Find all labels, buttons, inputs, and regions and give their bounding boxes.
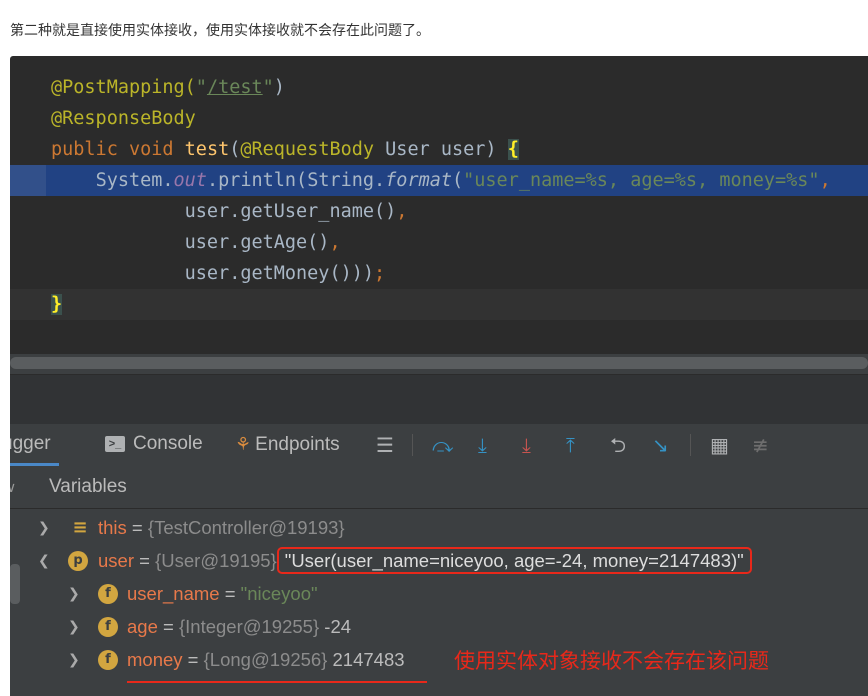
code-line-6: user.getAge(), [184,232,341,253]
red-annotation-text: 使用实体对象接收不会存在该问题 [454,649,769,673]
step-out-icon[interactable]: ⤒ [566,424,575,466]
code-line-7: user.getMoney())); [184,263,386,284]
drop-frame-icon[interactable]: ⮌ [610,424,626,466]
red-underline-mark [127,681,427,683]
code-line-2: @ResponseBody [51,108,196,129]
run-to-cursor-icon[interactable]: ↘ [652,424,669,466]
panel-divider[interactable] [10,374,868,425]
step-into-icon[interactable]: ⤓ [478,424,487,466]
fields-icon: ≡ [72,517,88,538]
chevron-down-icon[interactable]: ❮ [38,545,50,577]
code-line-4-highlighted: System.out.println(String.format("user_n… [10,165,868,196]
chevron-right-icon[interactable]: ❯ [68,578,80,610]
brace-match-close: } [51,294,63,315]
tab-console[interactable]: >_ Console [105,424,203,466]
intro-text: 第二种就是直接使用实体接收，使用实体接收就不会存在此问题了。 [10,23,430,39]
code-line-3: public void test(@RequestBody User user)… [51,139,519,160]
field-icon: f [98,617,118,637]
toolbar-separator [690,434,691,456]
force-step-into-icon[interactable]: ⤓ [522,424,531,466]
url-link[interactable]: /test [207,77,263,98]
ide-screenshot: @PostMapping("/test") @ResponseBody publ… [10,56,868,696]
code-line-1: @PostMapping("/test") [51,77,285,98]
endpoints-icon: ⚘ [235,434,252,454]
horizontal-scrollbar[interactable] [10,354,868,374]
parameter-icon: p [68,551,88,571]
chevron-right-icon[interactable]: ❯ [68,644,80,676]
chevron-right-icon[interactable]: ❯ [68,611,80,643]
tab-debugger[interactable]: ugger [10,424,59,466]
console-icon: >_ [105,435,125,452]
vertical-scrollbar[interactable] [10,564,20,604]
brace-match-open: { [507,139,519,160]
step-over-icon[interactable]: ⤼ [432,424,453,466]
highlighted-value-box: "User(user_name=niceyoo, age=-24, money=… [276,547,752,574]
variables-header: ∨ Variables [10,466,868,509]
code-editor[interactable]: @PostMapping("/test") @ResponseBody publ… [10,72,868,320]
field-icon: f [98,650,118,670]
chevron-right-icon[interactable]: ❯ [38,512,50,544]
scrollbar-thumb[interactable] [10,357,868,369]
code-line-8: } [10,289,868,320]
code-line-5: user.getUser_name(), [184,201,408,222]
debugger-toolbar: ugger >_Console ⚘Endpoints ☰ ⤼ ⤓ ⤓ ⤒ ⮌ ↘… [10,424,868,466]
menu-lines-icon[interactable]: ☰ [376,424,394,466]
chevron-down-icon[interactable]: ∨ [10,466,16,508]
tab-endpoints[interactable]: ⚘ Endpoints [235,424,340,466]
evaluate-expression-icon[interactable]: ▦ [710,424,729,466]
field-icon: f [98,584,118,604]
toolbar-separator [412,434,413,456]
trace-icon[interactable]: ≢ [752,424,769,466]
